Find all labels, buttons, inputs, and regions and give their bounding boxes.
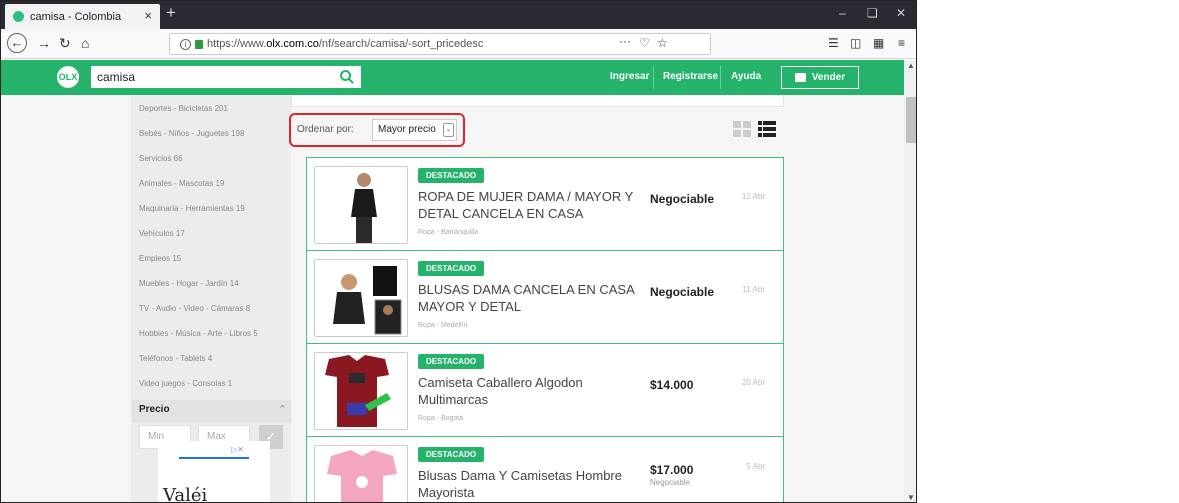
screenshot-icon[interactable]: ▦: [873, 36, 884, 50]
scroll-up-icon[interactable]: ▲: [907, 61, 915, 70]
search-icon[interactable]: [339, 69, 355, 85]
sort-selected-value: Mayor precio: [378, 124, 436, 135]
listing-title[interactable]: Camiseta Caballero Algodon Multimarcas: [418, 374, 653, 408]
listing-price: $17.000: [650, 463, 694, 477]
listing-price: Negociable: [650, 192, 715, 206]
listing-price: Negociable: [650, 285, 715, 299]
listing-title[interactable]: Blusas Dama Y Camisetas Hombre Mayorista: [418, 467, 653, 501]
ad-text: Valéi: [163, 485, 208, 503]
category-link[interactable]: Animales - Mascotas 19: [139, 179, 224, 188]
sidebar-toggle-icon[interactable]: ◫: [850, 36, 861, 50]
lock-icon: [195, 39, 203, 49]
listing-item[interactable]: DESTACADO BLUSAS DAMA CANCELA EN CASA MA…: [307, 251, 783, 344]
help-link[interactable]: Ayuda: [731, 71, 761, 82]
reload-icon[interactable]: ↻: [59, 35, 71, 52]
listing-item[interactable]: DESTACADO Blusas Dama Y Camisetas Hombre…: [307, 437, 783, 502]
register-link[interactable]: Registrarse: [663, 71, 718, 82]
featured-badge: DESTACADO: [418, 168, 485, 183]
listing-subprice: Negociable: [650, 478, 691, 487]
listing-thumbnail[interactable]: [314, 259, 408, 337]
category-link[interactable]: Maquinaria - Herramientas 19: [139, 204, 245, 213]
search-input[interactable]: camisa: [91, 66, 361, 88]
featured-badge: DESTACADO: [418, 447, 485, 462]
olx-favicon-icon: [13, 11, 24, 22]
info-icon[interactable]: i: [180, 38, 191, 50]
scrollbar-thumb[interactable]: [906, 97, 916, 143]
minimize-icon[interactable]: –: [839, 6, 846, 20]
listing-item[interactable]: DESTACADO ROPA DE MUJER DAMA / MAYOR Y D…: [307, 158, 783, 251]
url-path: /nf/search/camisa/-sort_pricedesc: [318, 38, 484, 50]
grid-view-icon[interactable]: [733, 121, 751, 137]
login-link[interactable]: Ingresar: [610, 71, 649, 82]
url-prefix: https://www.: [207, 38, 267, 50]
page-actions-icon[interactable]: ···: [619, 34, 631, 48]
product-photo-pink-blouse: [327, 450, 397, 502]
listing-title[interactable]: BLUSAS DAMA CANCELA EN CASA MAYOR Y DETA…: [418, 281, 653, 315]
maximize-icon[interactable]: ❏: [867, 6, 878, 20]
adchoices-icon[interactable]: ▷✕: [231, 445, 244, 454]
camera-icon: [794, 73, 806, 82]
list-view-icon[interactable]: [758, 121, 776, 137]
category-link[interactable]: Hobbies - Música - Arte - Libros 5: [139, 329, 258, 338]
category-link[interactable]: Deportes - Bicicletas 201: [139, 104, 228, 113]
listing-date: 20 Abr: [741, 378, 765, 387]
listing-price: $14.000: [650, 378, 694, 392]
scroll-down-icon[interactable]: ▼: [907, 493, 915, 502]
tab-title: camisa - Colombia: [30, 10, 122, 23]
listing-thumbnail[interactable]: [314, 352, 408, 430]
close-window-icon[interactable]: ✕: [896, 6, 906, 20]
sell-button[interactable]: Vender: [781, 66, 859, 89]
featured-badge: DESTACADO: [418, 261, 485, 276]
featured-badge: DESTACADO: [418, 354, 485, 369]
header-divider: [720, 66, 721, 89]
listing-title[interactable]: ROPA DE MUJER DAMA / MAYOR Y DETAL CANCE…: [418, 188, 653, 222]
tab-bar: camisa - Colombia × + – ❏ ✕: [1, 1, 916, 29]
menu-icon[interactable]: ≡: [898, 36, 905, 50]
listing-item[interactable]: DESTACADO Camiseta Caballero Algodon Mul…: [307, 344, 783, 437]
url-domain: olx.com.co: [266, 38, 319, 50]
listing-date: 11 Abr: [742, 285, 765, 294]
site-header: OLX camisa Ingresar Registrarse Ayuda Ve…: [1, 60, 904, 95]
olx-logo[interactable]: OLX: [57, 66, 79, 88]
listing-date: 5 Abr: [746, 462, 765, 471]
forward-icon[interactable]: →: [37, 35, 51, 51]
sort-label: Ordenar por:: [297, 124, 354, 135]
browser-tab[interactable]: camisa - Colombia ×: [5, 4, 160, 29]
chevron-up-icon[interactable]: ⌃: [278, 403, 287, 416]
category-link[interactable]: Empleos 15: [139, 254, 181, 263]
category-link[interactable]: Bebés - Niños - Juguetes 198: [139, 129, 244, 138]
pocket-icon[interactable]: ♡: [639, 36, 650, 50]
header-divider: [653, 66, 654, 89]
back-icon[interactable]: ←: [7, 33, 27, 53]
category-link[interactable]: Muebles - Hogar - Jardín 14: [139, 279, 239, 288]
category-link[interactable]: Video juegos - Consolas 1: [139, 379, 232, 388]
listing-date: 12 Abr: [741, 192, 765, 201]
price-filter-title: Precio: [139, 404, 170, 415]
listing-location: Ropa - Barranquilla: [418, 229, 479, 236]
category-link[interactable]: Teléfonos - Tablets 4: [139, 354, 212, 363]
listing-location: Ropa - Bogotá: [418, 415, 464, 422]
close-tab-icon[interactable]: ×: [144, 8, 152, 23]
listing-location: Ropa - Medellín: [418, 322, 468, 329]
home-icon[interactable]: ⌂: [81, 35, 89, 51]
listing-thumbnail[interactable]: [314, 166, 408, 244]
navigation-bar: ← → ↻ ⌂ i https://www. olx.com.co/nf/sear…: [1, 29, 916, 59]
chevron-down-icon: ⌄: [443, 123, 454, 137]
sort-select[interactable]: Mayor precio ⌄: [372, 119, 457, 141]
product-photo-woman: [351, 173, 377, 243]
new-tab-button[interactable]: +: [166, 3, 176, 23]
library-icon[interactable]: ☰: [828, 36, 839, 50]
category-link[interactable]: Servicios 66: [139, 154, 183, 163]
category-link[interactable]: Vehículos 17: [139, 229, 185, 238]
listing-thumbnail[interactable]: [314, 445, 408, 502]
browser-window: camisa - Colombia × + – ❏ ✕ ← → ↻ ⌂ i ht…: [0, 0, 917, 503]
results-header-strip: [291, 95, 784, 107]
ad-divider: [179, 457, 249, 459]
category-link[interactable]: TV - Audio - Video - Cámaras 8: [139, 304, 250, 313]
product-photo-tshirts: [315, 353, 407, 429]
product-photo-blouses: [333, 266, 402, 335]
sell-label: Vender: [811, 72, 846, 83]
bookmark-star-icon[interactable]: ☆: [657, 36, 668, 50]
